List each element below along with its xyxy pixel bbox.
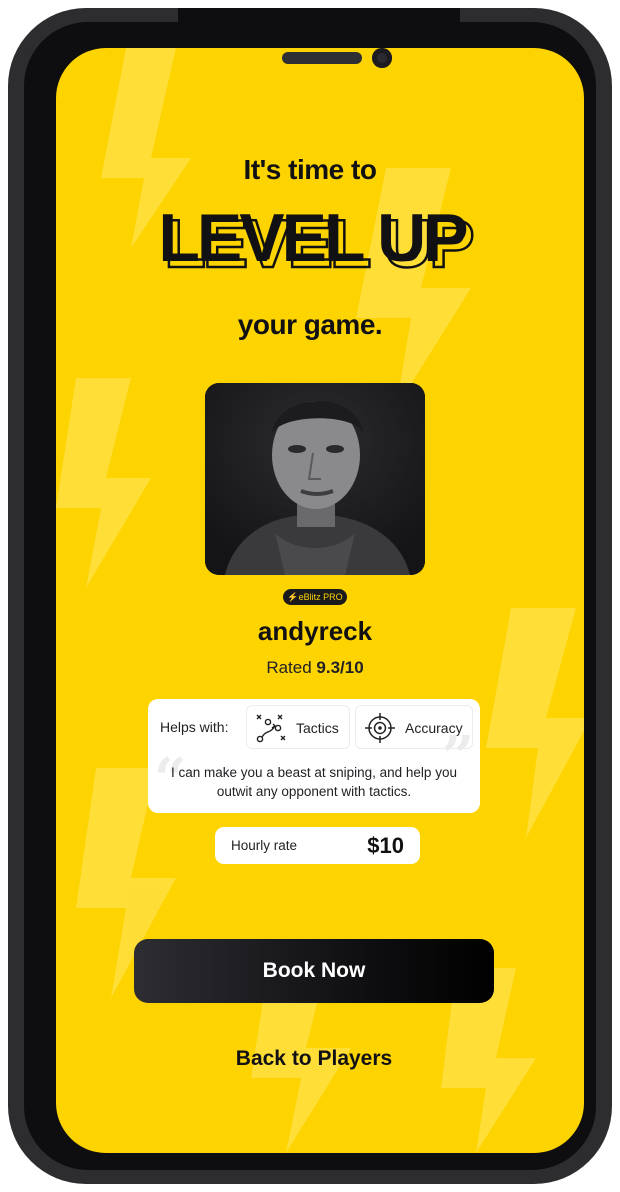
crosshair-target-icon [365,713,395,743]
pro-badge: ⚡eBlitz PRO [283,589,347,605]
skill-chip-tactics: Tactics [246,705,350,749]
front-camera [372,48,392,68]
phone-notch [178,8,460,46]
headline-level-up: LEVEL UP LEVEL UP [158,205,477,283]
coach-quote: I can make you a beast at sniping, and h… [171,765,457,799]
book-now-button[interactable]: Book Now [134,939,494,1003]
back-to-players-link[interactable]: Back to Players [0,1047,620,1071]
headline-level-up-fill: LEVEL UP [158,205,467,276]
player-name: andyreck [257,616,373,646]
player-rating: Rated 9.3/10 [0,658,620,678]
lightning-bolt-icon: ⚡ [287,592,299,602]
speaker-grille [282,52,362,64]
skill-tactics-label: Tactics [296,720,339,736]
hourly-rate-value: $10 [367,833,404,858]
headline-outro: your game. [237,309,383,340]
headline-intro: It's time to [243,154,377,185]
player-avatar [205,383,425,575]
helps-with-label: Helps with: [160,719,229,735]
hourly-rate-label: Hourly rate [231,838,298,853]
rating-prefix: Rated [266,658,312,677]
rating-value: 9.3/10 [316,658,364,677]
coach-info-card: Helps with: Tactics Accuracy “ ” I can m… [148,699,480,813]
player-portrait-image [205,383,425,575]
hourly-rate-card: Hourly rate $10 [215,827,420,864]
pro-badge-label: eBlitz PRO [298,592,343,602]
tactics-playbook-icon [256,714,286,743]
